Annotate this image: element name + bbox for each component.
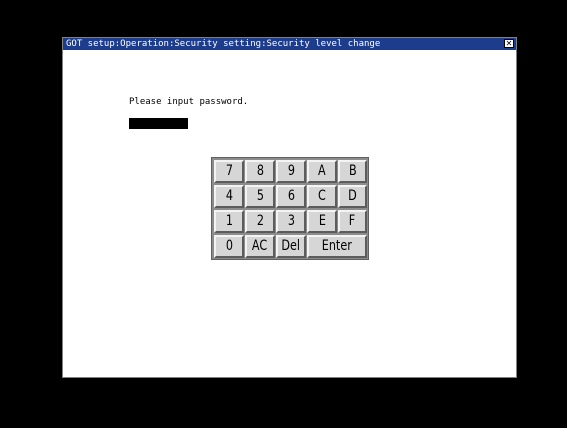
window-title: GOT setup:Operation:Security setting:Sec… bbox=[66, 39, 381, 49]
password-prompt: Please input password. bbox=[129, 97, 249, 107]
key-3[interactable]: 3 bbox=[276, 210, 306, 233]
keypad-row: 0 AC Del Enter bbox=[214, 235, 367, 259]
keypad-row: 7 8 9 A B bbox=[214, 160, 367, 184]
key-label: D bbox=[348, 188, 357, 204]
key-label: 1 bbox=[225, 213, 233, 229]
key-e[interactable]: E bbox=[307, 210, 337, 233]
key-label: 5 bbox=[256, 188, 264, 204]
key-label: AC bbox=[252, 238, 268, 254]
key-4[interactable]: 4 bbox=[214, 185, 244, 208]
key-5[interactable]: 5 bbox=[245, 185, 275, 208]
key-7[interactable]: 7 bbox=[214, 160, 244, 183]
key-label: F bbox=[349, 213, 356, 229]
key-label: A bbox=[318, 163, 326, 179]
security-level-change-window: GOT setup:Operation:Security setting:Sec… bbox=[62, 37, 517, 378]
key-label: 0 bbox=[225, 238, 233, 254]
got-screen: GOT setup:Operation:Security setting:Sec… bbox=[0, 0, 567, 428]
title-bar: GOT setup:Operation:Security setting:Sec… bbox=[63, 38, 516, 50]
key-label: 9 bbox=[287, 163, 295, 179]
key-label: 6 bbox=[287, 188, 295, 204]
numeric-keypad: 7 8 9 A B 4 5 6 C D 1 2 3 E F 0 AC Del E… bbox=[211, 157, 369, 260]
key-d[interactable]: D bbox=[338, 185, 367, 208]
enter-button[interactable]: Enter bbox=[307, 235, 367, 258]
keypad-row: 4 5 6 C D bbox=[214, 185, 367, 209]
keypad-row: 1 2 3 E F bbox=[214, 210, 367, 234]
key-f[interactable]: F bbox=[338, 210, 367, 233]
delete-button[interactable]: Del bbox=[276, 235, 306, 258]
password-input[interactable] bbox=[129, 118, 188, 129]
key-0[interactable]: 0 bbox=[214, 235, 244, 258]
key-label: B bbox=[348, 163, 357, 179]
key-label: E bbox=[318, 213, 326, 229]
close-icon[interactable]: ✕ bbox=[504, 39, 514, 48]
key-8[interactable]: 8 bbox=[245, 160, 275, 183]
all-clear-button[interactable]: AC bbox=[245, 235, 275, 258]
key-label: Enter bbox=[321, 238, 353, 254]
key-label: 4 bbox=[225, 188, 233, 204]
key-label: 8 bbox=[256, 163, 264, 179]
key-label: 2 bbox=[256, 213, 264, 229]
key-2[interactable]: 2 bbox=[245, 210, 275, 233]
key-label: Del bbox=[281, 238, 301, 254]
key-9[interactable]: 9 bbox=[276, 160, 306, 183]
key-c[interactable]: C bbox=[307, 185, 337, 208]
key-6[interactable]: 6 bbox=[276, 185, 306, 208]
key-a[interactable]: A bbox=[307, 160, 337, 183]
key-label: 7 bbox=[225, 163, 233, 179]
key-b[interactable]: B bbox=[338, 160, 367, 183]
key-1[interactable]: 1 bbox=[214, 210, 244, 233]
key-label: 3 bbox=[287, 213, 295, 229]
key-label: C bbox=[318, 188, 326, 204]
